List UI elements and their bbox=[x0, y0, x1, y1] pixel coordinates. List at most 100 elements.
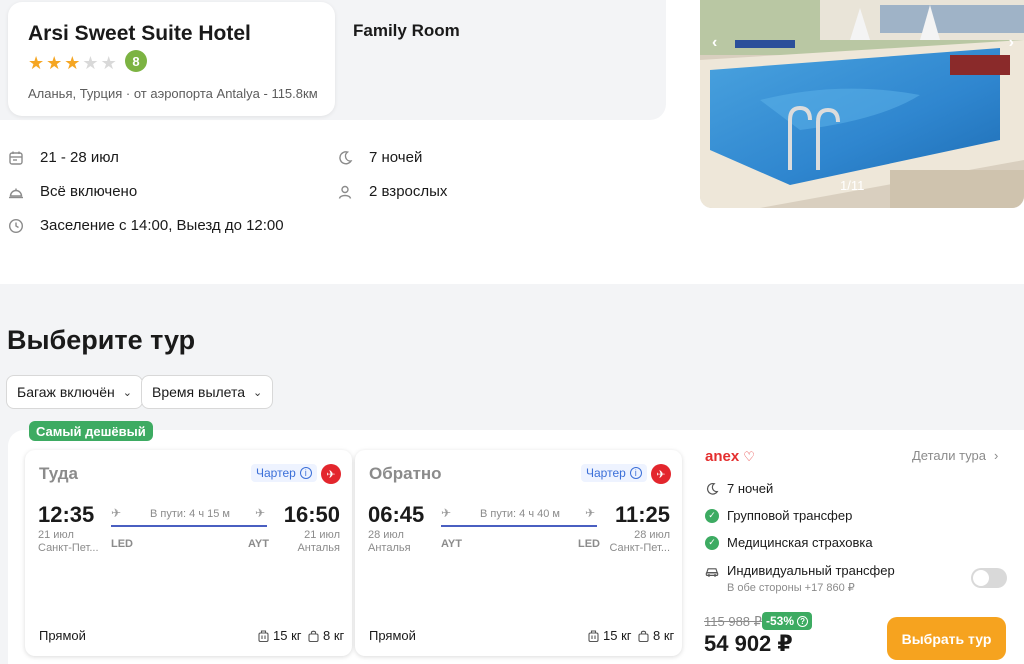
check-icon: ✓ bbox=[705, 508, 719, 523]
takeoff-icon: ✈ bbox=[111, 506, 122, 520]
route-line bbox=[111, 525, 267, 527]
info-icon: i bbox=[629, 467, 642, 479]
departure-city: Анталья bbox=[368, 542, 411, 554]
nights-info: 7 ночей bbox=[337, 149, 422, 166]
baggage-allowance: 15 кг bbox=[588, 628, 632, 643]
baggage-allowance: 15 кг bbox=[258, 628, 302, 643]
section-title: Выберите тур bbox=[7, 325, 196, 355]
operator-logo: anex ♡ bbox=[705, 448, 755, 465]
car-icon bbox=[705, 567, 719, 577]
arrival-city: Санкт-Пет... bbox=[609, 542, 670, 554]
meal-text: Всё включено bbox=[40, 183, 138, 200]
feature-individual-transfer: Индивидуальный трансфер bbox=[705, 563, 895, 578]
meal-info: Всё включено bbox=[8, 183, 137, 200]
departure-airport-code: AYT bbox=[441, 538, 462, 550]
feature-nights: 7 ночей bbox=[705, 481, 773, 496]
gallery-prev-button[interactable]: ‹ bbox=[712, 34, 717, 52]
chevron-right-icon: › bbox=[994, 448, 999, 463]
hotel-name: Arsi Sweet Suite Hotel bbox=[28, 22, 251, 45]
guests-info: 2 взрослых bbox=[337, 183, 447, 200]
individual-transfer-toggle[interactable] bbox=[971, 568, 1007, 588]
arrival-airport-code: AYT bbox=[248, 538, 269, 550]
suitcase-icon bbox=[258, 629, 269, 642]
baggage-weight: 15 кг bbox=[603, 628, 632, 643]
baggage-weight: 15 кг bbox=[273, 628, 302, 643]
cheapest-badge: Самый дешёвый bbox=[29, 421, 153, 441]
departure-airport-code: LED bbox=[111, 538, 133, 550]
arrival-airport-code: LED bbox=[578, 538, 600, 550]
flight-type: Прямой bbox=[39, 628, 86, 643]
feature-group-transfer: ✓ Групповой трансфер bbox=[705, 508, 852, 523]
chevron-down-icon: ⌄ bbox=[122, 386, 132, 399]
hand-luggage-allowance: 8 кг bbox=[638, 628, 674, 643]
individual-transfer-price: В обе стороны +17 860 ₽ bbox=[727, 582, 855, 594]
flight-duration: В пути: 4 ч 15 м bbox=[150, 508, 230, 520]
heart-icon[interactable]: ♡ bbox=[743, 449, 755, 465]
flight-outbound[interactable]: Туда Чартер i ✈ 12:35 21 июл Санкт-Пет..… bbox=[25, 450, 352, 656]
airline-logo-icon: ✈ bbox=[321, 464, 341, 484]
flight-title: Туда bbox=[39, 464, 79, 483]
details-label: Детали тура bbox=[912, 448, 987, 463]
charter-label[interactable]: Чартер i bbox=[581, 464, 647, 482]
moon-icon bbox=[339, 150, 353, 164]
discount-badge: -53% ? bbox=[762, 612, 813, 630]
guests-text: 2 взрослых bbox=[369, 183, 448, 200]
moon-icon bbox=[707, 482, 719, 495]
charter-label[interactable]: Чартер i bbox=[251, 464, 317, 482]
departure-date: 21 июл bbox=[38, 529, 74, 541]
location-text: Аланья, Турция bbox=[28, 86, 123, 101]
feature-text: Медицинская страховка bbox=[727, 535, 873, 550]
bag-icon bbox=[638, 630, 649, 642]
airline-logo-icon: ✈ bbox=[651, 464, 671, 484]
hand-luggage-weight: 8 кг bbox=[653, 628, 675, 643]
star-empty-icon: ★ bbox=[82, 53, 99, 73]
flight-inbound[interactable]: Обратно Чартер i ✈ 06:45 28 июл Анталья … bbox=[355, 450, 682, 656]
suitcase-icon bbox=[588, 629, 599, 642]
tour-details-link[interactable]: Детали тура › bbox=[912, 448, 998, 463]
flight-type: Прямой bbox=[369, 628, 416, 643]
hotel-location: Аланья, Турция · от аэропорта Antalya - … bbox=[28, 86, 318, 101]
bag-icon bbox=[308, 630, 319, 642]
arrival-date: 21 июл bbox=[304, 529, 340, 541]
old-price: 115 988 ₽ bbox=[704, 614, 762, 629]
departure-time: 12:35 bbox=[38, 502, 95, 527]
filter-baggage[interactable]: Багаж включён ⌄ bbox=[6, 375, 143, 409]
chevron-down-icon: ⌄ bbox=[253, 386, 263, 399]
nights-text: 7 ночей bbox=[369, 149, 423, 166]
hotel-stars: ★ ★ ★ ★ ★ bbox=[28, 54, 117, 72]
landing-icon: ✈ bbox=[585, 506, 596, 520]
departure-city: Санкт-Пет... bbox=[38, 542, 99, 554]
departure-time: 06:45 bbox=[368, 502, 425, 527]
landing-icon: ✈ bbox=[255, 506, 266, 520]
dates-text: 21 - 28 июл bbox=[40, 149, 119, 166]
charter-text: Чартер bbox=[586, 466, 626, 480]
hotel-photo-gallery[interactable]: ‹ › 1/11 bbox=[700, 0, 1024, 208]
flight-duration: В пути: 4 ч 40 м bbox=[480, 508, 560, 520]
person-icon bbox=[338, 185, 352, 199]
filter-departure-time[interactable]: Время вылета ⌄ bbox=[141, 375, 274, 409]
gallery-next-button[interactable]: › bbox=[1009, 34, 1014, 52]
feature-insurance: ✓ Медицинская страховка bbox=[705, 535, 873, 550]
separator-dot: · bbox=[125, 86, 134, 101]
filter-label: Багаж включён bbox=[17, 384, 115, 400]
star-icon: ★ bbox=[28, 53, 45, 73]
pool-photo bbox=[700, 0, 1024, 208]
info-icon: i bbox=[299, 467, 312, 479]
star-icon: ★ bbox=[64, 53, 81, 73]
operator-name: anex bbox=[705, 448, 740, 465]
route-line bbox=[441, 525, 597, 527]
arrival-time: 16:50 bbox=[283, 502, 340, 527]
choose-tour-button[interactable]: Выбрать тур bbox=[887, 617, 1006, 660]
tour-price: 54 902 ₽ bbox=[704, 631, 793, 656]
flight-title: Обратно bbox=[369, 464, 442, 483]
feature-text: Индивидуальный трансфер bbox=[727, 563, 895, 578]
star-empty-icon: ★ bbox=[100, 53, 117, 73]
question-icon[interactable]: ? bbox=[797, 615, 809, 627]
feature-text: 7 ночей bbox=[727, 481, 774, 496]
takeoff-icon: ✈ bbox=[441, 506, 452, 520]
gallery-counter: 1/11 bbox=[840, 178, 865, 193]
clock-icon bbox=[8, 218, 24, 233]
check-icon: ✓ bbox=[705, 535, 719, 550]
room-title: Family Room bbox=[353, 21, 460, 40]
hand-luggage-weight: 8 кг bbox=[323, 628, 345, 643]
